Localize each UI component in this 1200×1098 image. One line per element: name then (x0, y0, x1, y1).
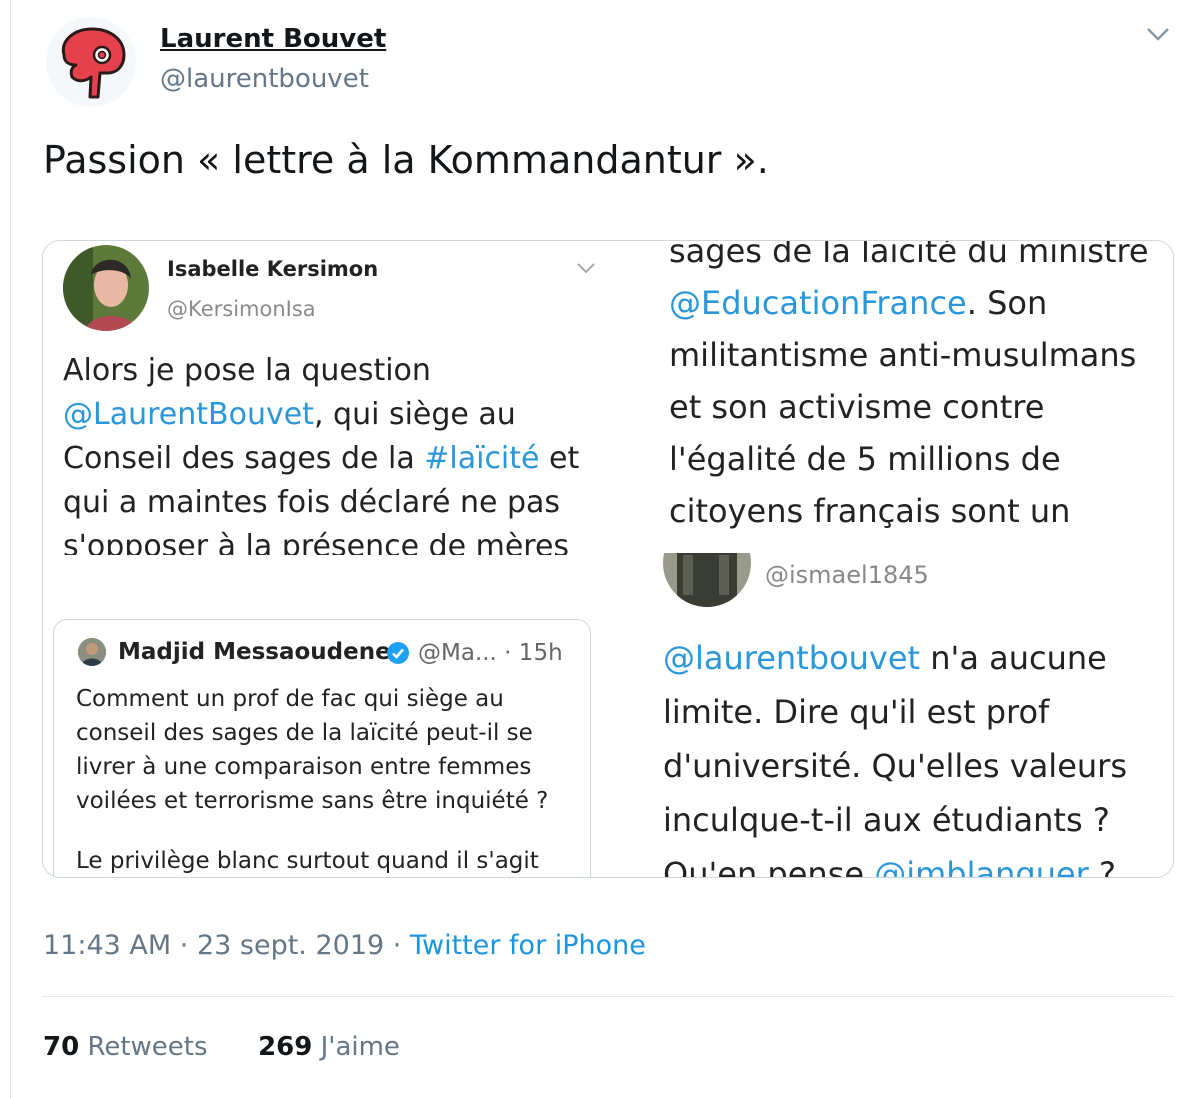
mention-link: @jmblanquer (874, 855, 1089, 877)
retweets-label: Retweets (87, 1032, 208, 1062)
quoted-tweet-messaoudene: Madjid Messaoudene @Ma... · 15h Comment … (53, 619, 591, 877)
phrygian-cap-logo-icon (61, 27, 126, 99)
continuation-tweet-body: sages de la laïcité du ministre @Educati… (669, 241, 1169, 541)
author-handle[interactable]: @laurentbouvet (160, 64, 369, 94)
embedded-quote-panel: Madjid Messaoudene @Ma... · 15h Comment … (43, 581, 605, 877)
embedded-tweet-continuation: sages de la laïcité du ministre @Educati… (603, 241, 1173, 541)
mention-link: @LaurentBouvet (63, 397, 314, 432)
chevron-down-icon (1147, 28, 1169, 41)
messaoudene-name: Madjid Messaoudene (118, 639, 391, 665)
divider (42, 996, 1174, 997)
ismael-handle: @ismael1845 (765, 561, 929, 589)
tweet-date[interactable]: 23 sept. 2019 (197, 930, 384, 961)
tweet-meta: 11:43 AM · 23 sept. 2019 · Twitter for i… (43, 930, 646, 961)
kersimon-tweet-body: Alors je pose la question @LaurentBouvet… (63, 349, 603, 555)
left-border (10, 0, 11, 1098)
ismael-body-text: ? (1088, 855, 1116, 877)
likes-stat[interactable]: 269 J'aime (258, 1032, 400, 1062)
quoted-tweet-text-2: Le privilège blanc surtout quand il s'ag… (76, 848, 539, 874)
messaoudene-avatar (78, 638, 106, 666)
retweets-stat[interactable]: 70 Retweets (43, 1032, 208, 1062)
ismael-tweet-body: @laurentbouvet n'a aucune limite. Dire q… (663, 631, 1169, 877)
chevron-down-icon (577, 263, 595, 274)
tweet-time[interactable]: 11:43 AM (43, 930, 171, 961)
tweet-menu-button[interactable] (1144, 24, 1172, 44)
tweet-text: Passion « lettre à la Kommandantur ». (43, 138, 769, 182)
quoted-tweet-text: Comment un prof de fac qui siège au cons… (76, 686, 549, 814)
continuation-text: sages de la laïcité du ministre (669, 241, 1149, 270)
meta-separator: · (392, 930, 402, 961)
kersimon-body-text: Alors je pose la question (63, 353, 431, 388)
likes-label: J'aime (320, 1032, 400, 1062)
kersimon-name: Isabelle Kersimon (167, 257, 379, 281)
mention-link: @EducationFrance (669, 284, 967, 322)
tweet-source-link[interactable]: Twitter for iPhone (410, 930, 646, 961)
kersimon-handle: @KersimonIsa (167, 297, 316, 321)
likes-count: 269 (258, 1032, 313, 1062)
retweets-count: 70 (43, 1032, 80, 1062)
author-name[interactable]: Laurent Bouvet (160, 24, 386, 54)
quoted-tweet-body: Comment un prof de fac qui siège au cons… (76, 682, 576, 877)
meta-separator: · (179, 930, 189, 961)
tweet-stats: 70 Retweets 269 J'aime (43, 1032, 400, 1062)
embedded-tweet-ismael: @ismael1845 @laurentbouvet n'a aucune li… (603, 553, 1173, 877)
verified-badge-icon (387, 642, 409, 664)
ismael-avatar (663, 553, 751, 607)
mention-link: @laurentbouvet (663, 639, 921, 677)
tweet-media-image[interactable]: Isabelle Kersimon @KersimonIsa Alors je … (42, 240, 1174, 878)
messaoudene-handle-time: @Ma... · 15h (418, 640, 563, 666)
embedded-tweet-kersimon: Isabelle Kersimon @KersimonIsa Alors je … (43, 241, 605, 555)
avatar[interactable] (46, 17, 136, 107)
continuation-text: . Son militantisme anti-musulmans et son… (669, 284, 1137, 530)
hashtag-link: #laïcité (424, 441, 540, 476)
kersimon-avatar (63, 245, 149, 331)
